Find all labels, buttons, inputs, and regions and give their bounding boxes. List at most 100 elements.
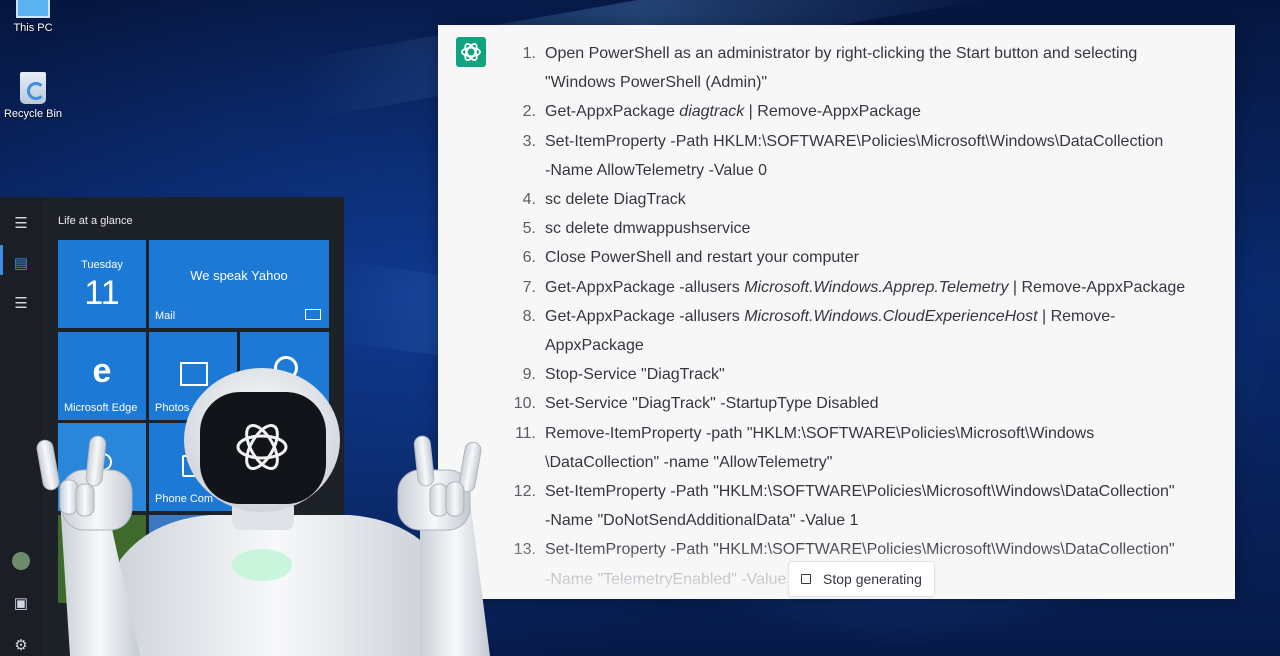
- stop-generating-label: Stop generating: [823, 571, 922, 587]
- step-text: Remove-ItemProperty -path "HKLM:\SOFTWAR…: [545, 424, 1095, 442]
- edge-label: Microsoft Edge: [64, 402, 138, 414]
- file-explorer-icon[interactable]: ▣: [12, 595, 30, 613]
- mail-envelope-icon: [305, 309, 321, 320]
- step-number: [498, 506, 536, 535]
- step-number: 9.: [522, 366, 536, 384]
- step-text-part: Get-AppxPackage -allusers: [545, 278, 745, 296]
- step-text: Set-Service "DiagTrack" -StartupType Dis…: [545, 395, 879, 413]
- step-number: 11.: [514, 424, 536, 442]
- step-text: \DataCollection" -name "AllowTelemetry": [545, 453, 833, 471]
- step-text: Get-AppxPackage -allusers Microsoft.Wind…: [545, 302, 1198, 331]
- calendar-tile[interactable]: Tuesday 11: [58, 240, 146, 328]
- mail-headline: We speak Yahoo: [190, 268, 288, 283]
- answer-step: 7. Get-AppxPackage -allusers Microsoft.Wi…: [498, 273, 1198, 302]
- phone-label: Phone Com: [155, 493, 214, 505]
- answer-step: 10. Set-Service "DiagTrack" -StartupType …: [498, 389, 1198, 418]
- step-number: 10.: [513, 395, 536, 413]
- step-text-part: Get-AppxPackage: [545, 103, 680, 121]
- step-number: 7.: [522, 278, 536, 296]
- answer-step: -Name "DoNotSendAdditionalData" -Value 1: [498, 506, 1198, 535]
- answer-step: \DataCollection" -name "AllowTelemetry": [498, 448, 1198, 477]
- tiles-view-icon[interactable]: ▤: [12, 255, 30, 273]
- start-menu: ☰ ▤ ☰ ▣ ⚙ Life at a glance Tuesday 11 We…: [0, 197, 344, 656]
- stop-generating-button[interactable]: Stop generating: [788, 561, 935, 597]
- step-text: "Windows PowerShell (Admin)": [545, 74, 768, 92]
- mail-tile[interactable]: We speak Yahoo Mail: [149, 240, 329, 328]
- active-indicator: [0, 245, 3, 275]
- cortana-icon: [274, 356, 298, 380]
- edge-tile[interactable]: e Microsoft Edge: [58, 332, 146, 420]
- step-text: Open PowerShell as an administrator by r…: [545, 45, 1138, 62]
- calendar-date: 11: [84, 274, 120, 312]
- photos-label: Photos: [155, 402, 190, 414]
- desktop-icon-recycle-bin[interactable]: Recycle Bin: [0, 72, 73, 120]
- step-text: Close PowerShell and restart your comput…: [545, 249, 859, 267]
- photos-tile[interactable]: Photos: [149, 332, 237, 420]
- sun-icon: [94, 453, 112, 471]
- start-rail: ☰ ▤ ☰ ▣ ⚙: [0, 197, 42, 656]
- step-text-part: | Remove-: [1037, 307, 1116, 325]
- answer-step: -Name AllowTelemetry -Value 0: [498, 156, 1198, 185]
- answer-step: 8. Get-AppxPackage -allusers Microsoft.Wi…: [498, 302, 1198, 331]
- step-number: 8.: [522, 307, 536, 325]
- step-text: -Name "DoNotSendAdditionalData" -Value 1: [545, 512, 859, 530]
- step-text: sc delete DiagTrack: [545, 191, 686, 209]
- step-text: Stop-Service "DiagTrack": [545, 366, 725, 384]
- step-text-part: | Remove-AppxPackage: [1008, 278, 1186, 296]
- step-text-emphasis: diagtrack: [679, 103, 745, 121]
- calendar-day: Tuesday: [81, 259, 123, 271]
- step-number: 2.: [522, 103, 536, 121]
- step-text: Set-ItemProperty -Path "HKLM:\SOFTWARE\P…: [545, 483, 1175, 501]
- step-number: 4.: [522, 191, 536, 209]
- cortana-tile[interactable]: [240, 332, 329, 420]
- step-text-part: Get-AppxPackage -allusers: [545, 307, 745, 325]
- answer-step: 9. Stop-Service "DiagTrack": [498, 360, 1198, 389]
- step-number: [498, 68, 536, 97]
- chatgpt-logo-icon: [456, 37, 486, 67]
- step-text-emphasis: Microsoft.Windows.Apprep.Telemetry: [744, 278, 1009, 296]
- recycle-bin-icon: [20, 72, 46, 104]
- answer-step: 1. Open PowerShell as an administrator by…: [498, 39, 1198, 68]
- avatar[interactable]: [12, 552, 30, 570]
- solitaire-tile[interactable]: [149, 515, 237, 603]
- stop-square-icon: [801, 574, 811, 584]
- step-text: sc delete dmwappushservice: [545, 220, 751, 238]
- desktop-icon-this-pc[interactable]: This PC: [0, 0, 73, 34]
- step-number: 1.: [522, 45, 536, 62]
- answer-step: 11. Remove-ItemProperty -path "HKLM:\SOFT…: [498, 419, 1198, 448]
- step-number: [498, 331, 536, 360]
- phone-companion-tile[interactable]: Phone Com: [149, 423, 237, 511]
- answer-step: AppxPackage: [498, 331, 1198, 360]
- desktop-icon-label: This PC: [13, 22, 53, 34]
- edge-icon: e: [92, 352, 112, 390]
- step-text: Get-AppxPackage -allusers Microsoft.Wind…: [545, 273, 1198, 302]
- step-number: [498, 448, 536, 477]
- answer-step: "Windows PowerShell (Admin)": [498, 68, 1198, 97]
- answer-step: 2. Get-AppxPackage diagtrack | Remove-App…: [498, 97, 1198, 126]
- step-text: AppxPackage: [545, 337, 644, 355]
- photos-icon: [180, 362, 208, 386]
- all-apps-icon[interactable]: ☰: [12, 295, 30, 313]
- chat-response-panel: 1. Open PowerShell as an administrator by…: [438, 25, 1235, 599]
- answer-steps-list: 1. Open PowerShell as an administrator by…: [498, 39, 1198, 594]
- this-pc-icon: [16, 0, 50, 18]
- step-text-part: | Remove-AppxPackage: [744, 103, 921, 121]
- tile-group-title: Life at a glance: [58, 215, 133, 227]
- answer-step: 5. sc delete dmwappushservice: [498, 214, 1198, 243]
- step-text: -Name AllowTelemetry -Value 0: [545, 161, 768, 179]
- step-number: 3.: [522, 132, 536, 150]
- step-number: 5.: [522, 220, 536, 238]
- xbox-tile[interactable]: [58, 515, 146, 603]
- phone-icon: [182, 455, 196, 477]
- settings-gear-icon[interactable]: ⚙: [12, 637, 30, 655]
- step-number: 6.: [522, 249, 536, 267]
- step-text: Set-ItemProperty -Path HKLM:\SOFTWARE\Po…: [545, 132, 1164, 150]
- weather-tile[interactable]: [58, 423, 146, 511]
- hamburger-menu-icon[interactable]: ☰: [12, 215, 30, 233]
- step-text: Get-AppxPackage diagtrack | Remove-AppxP…: [545, 97, 1198, 126]
- answer-step: 4. sc delete DiagTrack: [498, 185, 1198, 214]
- desktop-icon-label: Recycle Bin: [3, 108, 63, 120]
- step-text-emphasis: Microsoft.Windows.CloudExperienceHost: [744, 307, 1038, 325]
- answer-step: 3. Set-ItemProperty -Path HKLM:\SOFTWARE\…: [498, 127, 1198, 156]
- mail-label: Mail: [155, 310, 176, 322]
